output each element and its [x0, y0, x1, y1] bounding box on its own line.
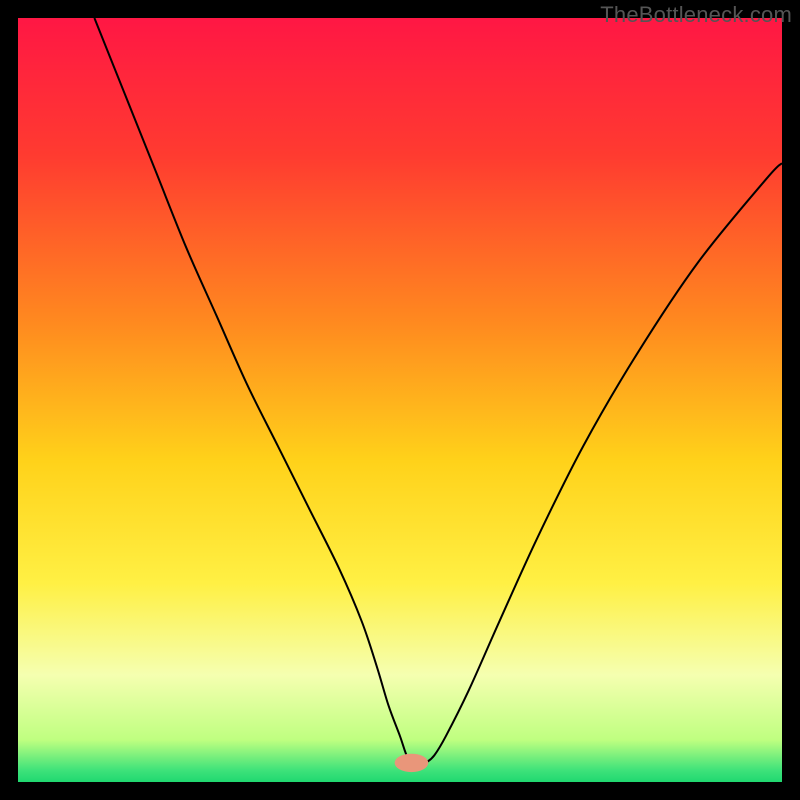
plot-svg	[18, 18, 782, 782]
gradient-background	[18, 18, 782, 782]
watermark-text: TheBottleneck.com	[600, 2, 792, 28]
bottleneck-chart: TheBottleneck.com	[0, 0, 800, 800]
optimal-marker	[395, 754, 429, 772]
